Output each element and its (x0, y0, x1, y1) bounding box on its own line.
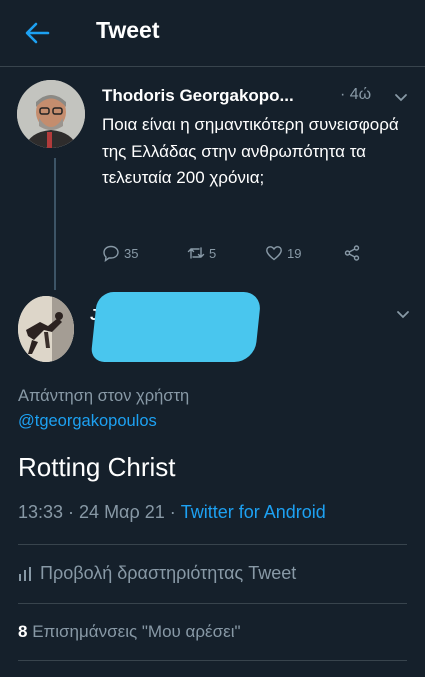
reply-text: Rotting Christ (18, 452, 176, 482)
tweet-time: · 4ώ (340, 86, 372, 103)
chevron-down-icon[interactable] (396, 310, 410, 320)
share-button[interactable] (343, 243, 361, 263)
reply-handle-link[interactable]: @tgeorgakopoulos (18, 412, 157, 430)
view-activity-label: Προβολή δραστηριότητας Tweet (40, 563, 297, 583)
share-icon (344, 245, 360, 261)
tweet-meta: 13:33 · 24 Μαρ 21 · Twitter for Android (18, 502, 326, 523)
divider (18, 660, 407, 661)
arrow-left-icon[interactable] (24, 20, 50, 46)
tweet-text: Ποια είναι η σημαντικότερη συνεισφορά τη… (102, 115, 399, 187)
likes-count: 8 (18, 622, 28, 641)
divider (18, 544, 407, 545)
redaction-mask (90, 292, 262, 362)
timestamp: 13:33 · 24 Μαρ 21 · (18, 502, 176, 522)
retweet-button[interactable]: 5 (187, 243, 216, 263)
reply-icon (103, 245, 119, 262)
heart-icon (266, 246, 282, 261)
reply-count: 35 (124, 245, 139, 261)
view-activity-button[interactable]: Προβολή δραστηριότητας Tweet (18, 563, 296, 584)
like-button[interactable]: 19 (265, 243, 301, 263)
avatar[interactable] (18, 296, 74, 362)
avatar[interactable] (17, 80, 85, 148)
reply-context: Απάντηση στον χρήστη @tgeorgakopoulos (18, 384, 318, 434)
reply-label: Απάντηση στον χρήστη (18, 387, 190, 405)
thread-connector (54, 158, 56, 290)
bar-chart-icon (19, 566, 31, 581)
top-bar: Tweet (0, 0, 425, 67)
divider (18, 603, 407, 604)
retweet-icon (187, 247, 205, 259)
like-count: 19 (287, 245, 302, 261)
reply-button[interactable]: 35 (102, 243, 138, 263)
likes-summary[interactable]: 8 Επισημάνσεις "Μου αρέσει" (18, 622, 241, 642)
source-link[interactable]: Twitter for Android (181, 502, 326, 522)
chevron-down-icon[interactable] (394, 93, 408, 103)
tweet-author[interactable]: Thodoris Georgakopo... (102, 86, 294, 106)
likes-label: Επισημάνσεις "Μου αρέσει" (32, 622, 241, 641)
page-title: Tweet (96, 17, 160, 43)
retweet-count: 5 (209, 245, 217, 261)
